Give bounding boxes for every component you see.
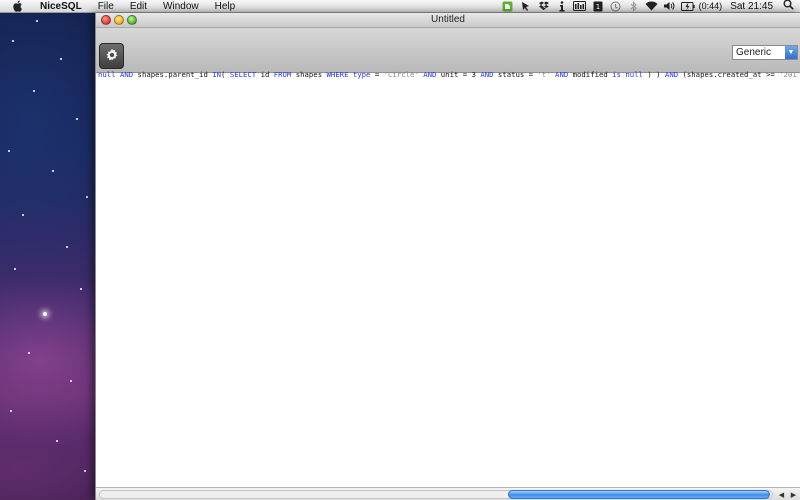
evernote-icon[interactable] [501,1,515,12]
sql-token: type [352,70,371,79]
volume-icon[interactable] [663,1,677,12]
sql-token: 't' [537,70,551,79]
sql-token: AND [555,70,569,79]
sql-token: unit = 3 [436,70,481,79]
cpu-icon[interactable] [573,1,587,12]
sql-token: SELECT [229,70,257,79]
sql-token: IN [212,70,222,79]
menu-file[interactable]: File [90,0,122,13]
menu-help[interactable]: Help [207,0,244,13]
sql-token: AND [119,70,134,79]
scroll-thumb[interactable] [508,490,770,499]
star [43,312,47,316]
star [66,246,68,248]
sql-token: is [612,70,621,79]
star [84,470,86,472]
star [12,40,14,42]
star [22,214,24,216]
bluetooth-icon[interactable] [627,0,641,12]
star [28,352,30,354]
star [86,196,88,198]
info-icon[interactable] [555,0,569,12]
horizontal-scrollbar[interactable]: ◀ ▶ [96,487,800,500]
dialect-select[interactable]: Generic ▼ [732,45,798,60]
sql-token: = [370,70,384,79]
star [10,410,12,412]
battery-icon[interactable] [680,1,695,12]
editor-code-line: null AND shapes.parent_id IN( SELECT id … [98,70,798,79]
gear-icon [105,48,119,65]
app-window: Untitled Generic ▼ null AND shapes.paren… [95,13,800,500]
scroll-right-arrow-icon[interactable]: ▶ [788,489,799,500]
chevron-down-icon: ▼ [785,46,797,59]
star [76,118,78,120]
dialect-select-value: Generic [736,47,772,58]
time-machine-icon[interactable] [609,1,623,12]
sql-token: AND [423,70,437,79]
star [70,380,72,382]
sql-token: AND [480,70,494,79]
menu-app-name[interactable]: NiceSQL [34,0,90,13]
window-titlebar[interactable]: Untitled [96,13,800,28]
star [14,268,16,270]
apple-icon[interactable] [12,0,24,12]
sql-token: '2011-06-30 23:23:42.409192' [779,70,798,79]
menu-bar: NiceSQL File Edit Window Help 1 (0:44) S… [0,0,800,13]
growl-icon[interactable]: 1 [591,1,605,12]
wifi-icon[interactable] [645,1,659,12]
menu-window[interactable]: Window [155,0,207,13]
gear-button[interactable] [99,43,124,69]
sql-token: FROM [273,70,292,79]
sql-token: ( [221,70,230,79]
sql-token: AND [664,70,679,79]
star [60,58,62,60]
sql-token: ) ) [642,70,665,79]
svg-text:1: 1 [595,3,599,11]
star [8,150,10,152]
star [52,170,54,172]
sql-token: WHERE [326,70,349,79]
star [33,90,35,92]
spotlight-icon[interactable] [783,0,794,13]
star [56,440,58,442]
dropbox-icon[interactable] [537,1,551,12]
sql-token: (shapes.created_at >= [678,70,780,79]
sql-token: id [256,70,274,79]
sql-editor[interactable]: null AND shapes.parent_id IN( SELECT id … [96,70,800,487]
cursor-icon[interactable] [519,1,533,12]
sql-token: modified [568,70,613,79]
sql-token: shapes [291,70,327,79]
star [80,288,82,290]
window-title: Untitled [431,14,465,25]
menu-edit[interactable]: Edit [122,0,155,13]
sql-token: null [98,70,120,79]
star [36,20,38,22]
battery-time: (0:44) [698,1,723,11]
sql-token: 'Circle' [383,70,419,79]
sql-token: status = [493,70,538,79]
sql-token: null [625,70,643,79]
window-toolbar: Generic ▼ [96,28,800,73]
menubar-clock[interactable]: Sat 21:45 [730,1,773,12]
sql-token: shapes.parent_id [133,70,213,79]
scroll-left-arrow-icon[interactable]: ◀ [776,489,787,500]
